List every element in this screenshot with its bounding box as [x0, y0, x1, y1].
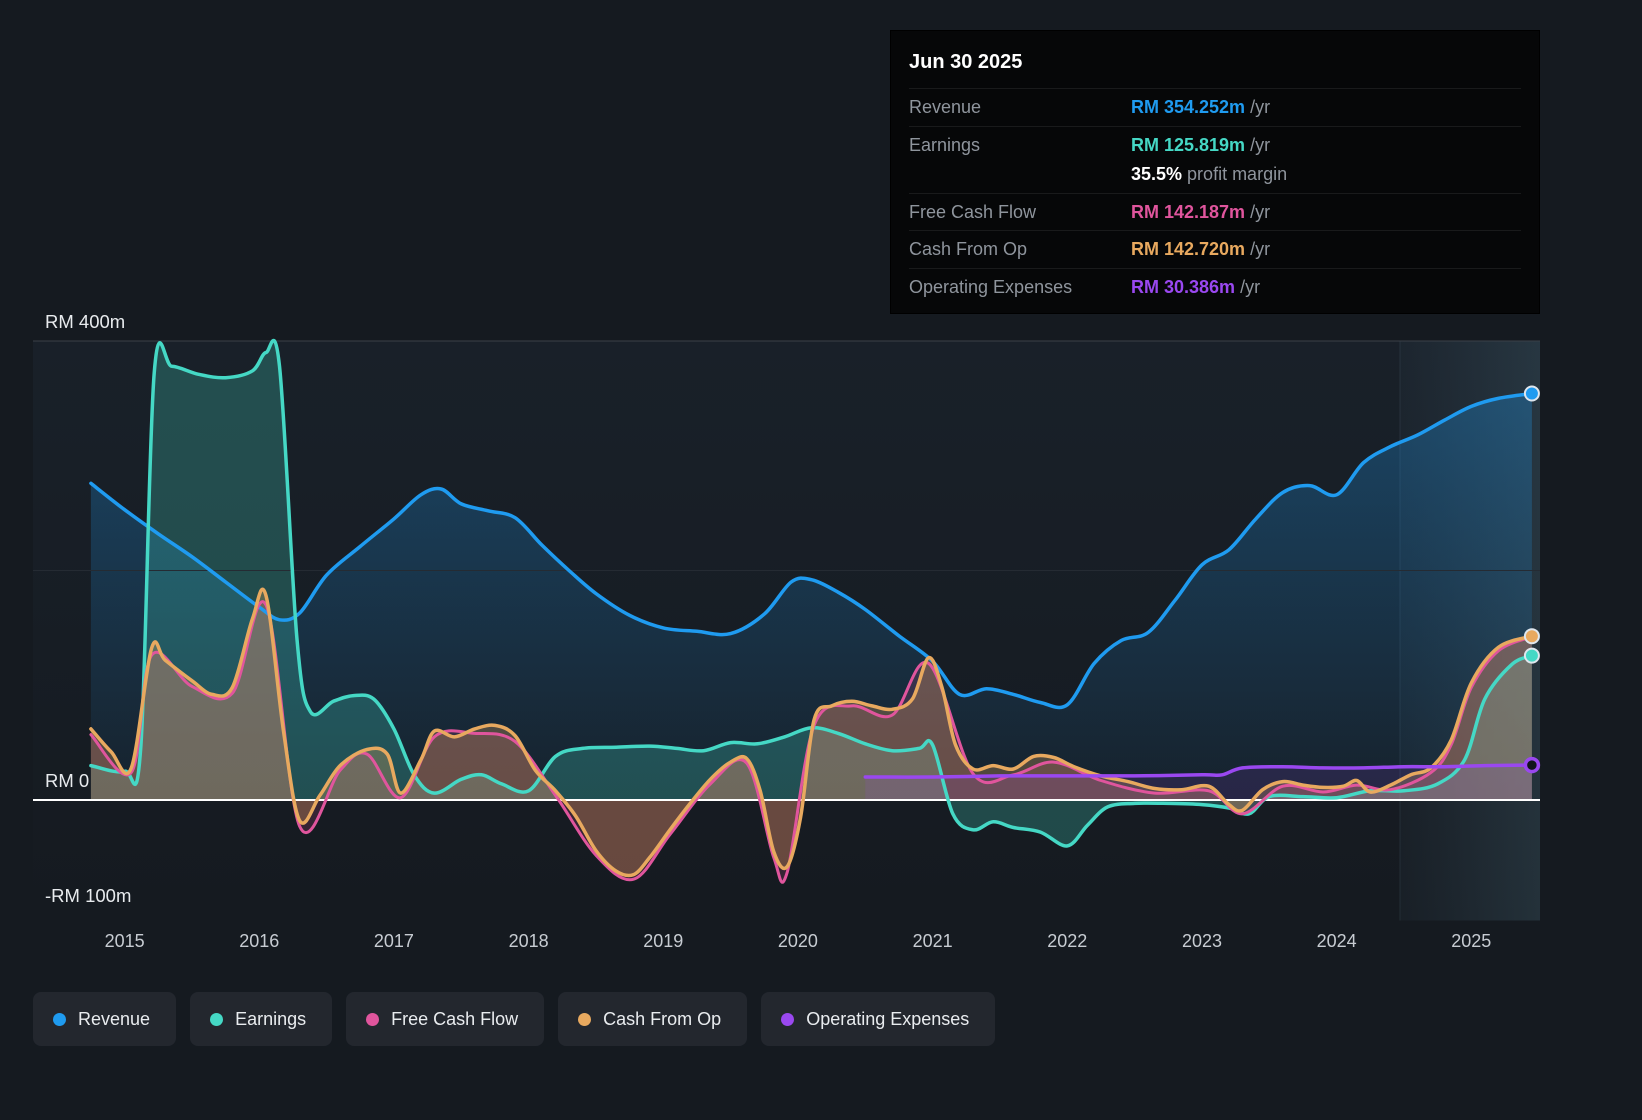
tooltip-row-opex: Operating Expenses RM 30.386m /yr [909, 268, 1521, 306]
legend-item-cash-from-op[interactable]: Cash From Op [558, 992, 747, 1046]
legend-fcf-label: Free Cash Flow [391, 1009, 518, 1030]
fcf-legend-dot-icon [366, 1013, 379, 1026]
cfo-legend-dot-icon [578, 1013, 591, 1026]
tooltip-fcf-value: RM 142.187m /yr [1131, 201, 1270, 224]
chart-legend: Revenue Earnings Free Cash Flow Cash Fro… [33, 992, 995, 1046]
tooltip-revenue-label: Revenue [909, 96, 1131, 119]
tooltip-date: Jun 30 2025 [909, 43, 1521, 88]
legend-opex-label: Operating Expenses [806, 1009, 969, 1030]
tooltip-revenue-value: RM 354.252m /yr [1131, 96, 1270, 119]
tooltip-row-earnings: Earnings RM 125.819m /yr [909, 126, 1521, 164]
financials-chart-page: 2015 2016 2017 2018 2019 2020 2021 2022 2023 2024… [0, 0, 1642, 1120]
earnings-end-marker [1525, 649, 1539, 663]
y-axis-label: RM 400m [45, 311, 125, 332]
tooltip-row-cfo: Cash From Op RM 142.720m /yr [909, 230, 1521, 268]
x-axis-label: 2022 [1047, 931, 1087, 951]
legend-earnings-label: Earnings [235, 1009, 306, 1030]
legend-item-earnings[interactable]: Earnings [190, 992, 332, 1046]
x-axis-label: 2019 [643, 931, 683, 951]
hover-tooltip: Jun 30 2025 Revenue RM 354.252m /yr Earn… [890, 30, 1540, 314]
tooltip-fcf-label: Free Cash Flow [909, 201, 1131, 224]
x-axis-label: 2021 [913, 931, 953, 951]
cfo-end-marker [1525, 629, 1539, 643]
y-axis-label: -RM 100m [45, 885, 131, 906]
revenue-legend-dot-icon [53, 1013, 66, 1026]
tooltip-earnings-value: RM 125.819m /yr [1131, 134, 1270, 157]
tooltip-cfo-value: RM 142.720m /yr [1131, 238, 1270, 261]
tooltip-row-profit-margin: 35.5% profit margin [909, 163, 1521, 193]
legend-item-revenue[interactable]: Revenue [33, 992, 176, 1046]
opex-end-marker [1525, 759, 1538, 772]
x-axis-label: 2016 [239, 931, 279, 951]
x-axis-label: 2024 [1317, 931, 1357, 951]
x-axis-label: 2023 [1182, 931, 1222, 951]
tooltip-opex-label: Operating Expenses [909, 276, 1131, 299]
x-axis-label: 2020 [778, 931, 818, 951]
x-axis-label: 2018 [509, 931, 549, 951]
tooltip-margin-value: 35.5% profit margin [1131, 163, 1287, 186]
tooltip-row-revenue: Revenue RM 354.252m /yr [909, 88, 1521, 126]
opex-legend-dot-icon [781, 1013, 794, 1026]
tooltip-earnings-label: Earnings [909, 134, 1131, 157]
tooltip-row-fcf: Free Cash Flow RM 142.187m /yr [909, 193, 1521, 231]
earnings-legend-dot-icon [210, 1013, 223, 1026]
x-axis-label: 2015 [105, 931, 145, 951]
legend-item-operating-expenses[interactable]: Operating Expenses [761, 992, 995, 1046]
revenue-end-marker [1525, 387, 1539, 401]
tooltip-cfo-label: Cash From Op [909, 238, 1131, 261]
legend-cfo-label: Cash From Op [603, 1009, 721, 1030]
y-axis-label: RM 0 [45, 770, 89, 791]
x-axis-label: 2025 [1451, 931, 1491, 951]
legend-revenue-label: Revenue [78, 1009, 150, 1030]
x-axis-label: 2017 [374, 931, 414, 951]
tooltip-opex-value: RM 30.386m /yr [1131, 276, 1260, 299]
legend-item-free-cash-flow[interactable]: Free Cash Flow [346, 992, 544, 1046]
